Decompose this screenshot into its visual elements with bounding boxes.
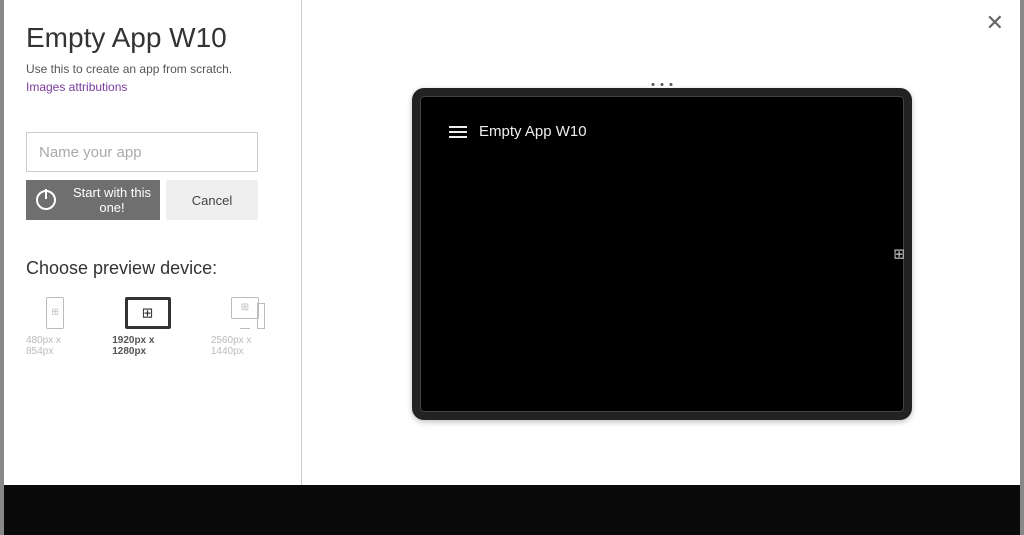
start-button-label: Start with this one! [64, 185, 160, 215]
hamburger-icon[interactable] [449, 126, 467, 138]
power-icon [36, 190, 56, 210]
phone-icon [46, 297, 64, 329]
app-name-input[interactable] [26, 132, 258, 172]
camera-dots [652, 83, 673, 86]
device-label: 2560px x 1440px [211, 335, 279, 357]
device-label: 480px x 854px [26, 335, 84, 357]
tablet-icon [125, 297, 171, 329]
right-panel: ✕ ⊞ Empty App W10 [302, 0, 1020, 535]
device-label: 1920px x 1280px [112, 335, 183, 357]
page-subtitle: Use this to create an app from scratch. [26, 62, 279, 76]
device-option-desktop[interactable]: 2560px x 1440px [211, 297, 279, 357]
device-option-tablet[interactable]: 1920px x 1280px [112, 297, 183, 357]
device-options: 480px x 854px 1920px x 1280px 2560px x 1… [26, 297, 279, 357]
images-attributions-link[interactable]: Images attributions [26, 80, 127, 94]
close-button[interactable]: ✕ [986, 12, 1004, 34]
desktop-icon [225, 297, 265, 329]
start-button[interactable]: Start with this one! [26, 180, 160, 220]
cancel-button[interactable]: Cancel [166, 180, 258, 220]
windows-logo-icon: ⊞ [893, 246, 905, 263]
device-option-phone[interactable]: 480px x 854px [26, 297, 84, 357]
device-preview: ⊞ Empty App W10 [412, 88, 912, 420]
action-buttons: Start with this one! Cancel [26, 180, 279, 220]
left-panel: Empty App W10 Use this to create an app … [4, 0, 302, 535]
preview-app-header: Empty App W10 [435, 111, 889, 152]
preview-screen: Empty App W10 [435, 111, 889, 397]
cancel-button-label: Cancel [192, 193, 232, 208]
bottom-bar [4, 485, 1020, 535]
device-bezel: ⊞ Empty App W10 [420, 96, 904, 412]
preview-app-title: Empty App W10 [479, 123, 587, 140]
close-icon: ✕ [986, 10, 1004, 35]
page-title: Empty App W10 [26, 22, 279, 54]
device-section-label: Choose preview device: [26, 258, 279, 279]
